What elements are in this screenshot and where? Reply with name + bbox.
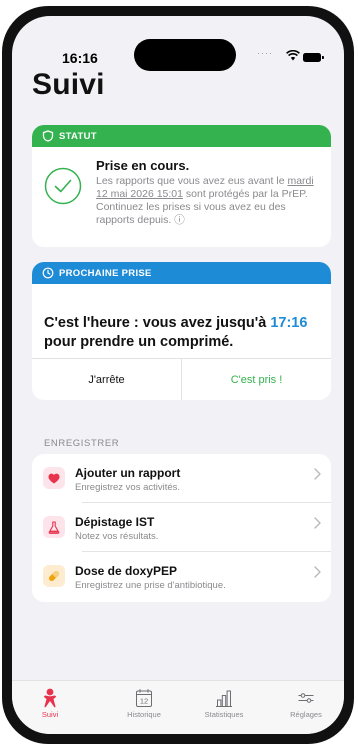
tab-bar: Suivi 12 Historique Statistiques Réglage… — [12, 680, 344, 734]
tab-historique[interactable]: 12 Historique — [104, 688, 184, 719]
flask-icon — [43, 516, 65, 538]
status-time: 16:16 — [62, 50, 98, 66]
calendar-icon: 12 — [136, 689, 152, 707]
taken-button[interactable]: C'est pris ! — [182, 359, 331, 400]
app-screen: 16:16 ···· Suivi STATUT Prise en cours. … — [12, 16, 344, 734]
log-row-title: Ajouter un rapport — [75, 466, 181, 480]
chevron-right-icon — [314, 517, 321, 529]
status-desc-before: Les rapports que vous avez eus avant le — [96, 175, 288, 187]
next-dose-deadline: 17:16 — [270, 315, 308, 331]
wifi-icon — [286, 50, 300, 61]
log-card: Ajouter un rapport Enregistrez vos activ… — [32, 454, 331, 602]
check-circle-icon — [44, 167, 82, 205]
tab-label: Suivi — [41, 710, 59, 719]
page-title: Suivi — [32, 68, 105, 101]
log-row-sti-test[interactable]: Dépistage IST Notez vos résultats. — [32, 503, 331, 552]
shield-icon — [42, 130, 54, 142]
sliders-icon — [298, 693, 314, 703]
stop-button[interactable]: J'arrête — [32, 359, 182, 400]
dynamic-island — [134, 39, 236, 71]
log-row-add-report[interactable]: Ajouter un rapport Enregistrez vos activ… — [32, 454, 331, 503]
status-title: Prise en cours. — [96, 158, 190, 173]
log-row-subtitle: Notez vos résultats. — [75, 531, 159, 542]
chart-icon — [216, 690, 232, 707]
next-dose-header-label: PROCHAINE PRISE — [59, 267, 152, 279]
person-icon — [44, 688, 56, 708]
battery-icon — [303, 53, 324, 62]
tab-statistiques[interactable]: Statistiques — [184, 688, 264, 719]
next-dose-header: PROCHAINE PRISE — [32, 262, 331, 284]
status-card-header-label: STATUT — [59, 130, 97, 142]
tab-label: Statistiques — [204, 710, 244, 719]
chevron-right-icon — [314, 566, 321, 578]
next-dose-card: PROCHAINE PRISE C'est l'heure : vous ave… — [32, 262, 331, 400]
next-dose-actions: J'arrête C'est pris ! — [32, 358, 331, 400]
status-card: STATUT Prise en cours. Les rapports que … — [32, 125, 331, 247]
log-row-subtitle: Enregistrez vos activités. — [75, 482, 181, 493]
tab-reglages[interactable]: Réglages — [266, 688, 344, 719]
status-description: Les rapports que vous avez eus avant le … — [96, 175, 322, 227]
heart-icon — [43, 467, 65, 489]
clock-icon — [42, 267, 54, 279]
next-dose-text-after: pour prendre un comprimé. — [44, 334, 234, 350]
tab-suivi[interactable]: Suivi — [12, 688, 90, 719]
log-row-title: Dépistage IST — [75, 515, 155, 529]
log-row-title: Dose de doxyPEP — [75, 564, 178, 578]
log-row-doxypep[interactable]: Dose de doxyPEP Enregistrez une prise d'… — [32, 552, 331, 601]
log-row-subtitle: Enregistrez une prise d'antibiotique. — [75, 580, 226, 591]
tab-label: Réglages — [290, 710, 322, 719]
status-card-header: STATUT — [32, 125, 331, 147]
tab-label: Historique — [127, 710, 161, 719]
signal-icon: ···· — [257, 48, 273, 58]
device-frame: 16:16 ···· Suivi STATUT Prise en cours. … — [2, 6, 354, 744]
pill-icon — [43, 565, 65, 587]
calendar-day: 12 — [140, 697, 148, 706]
section-label-log: ENREGISTRER — [44, 438, 120, 449]
next-dose-text-before: C'est l'heure : vous avez jusqu'à — [44, 315, 271, 331]
status-bar: 16:16 ···· — [12, 16, 344, 71]
next-dose-message: C'est l'heure : vous avez jusqu'à 17:16 … — [44, 314, 324, 352]
chevron-right-icon — [314, 468, 321, 480]
